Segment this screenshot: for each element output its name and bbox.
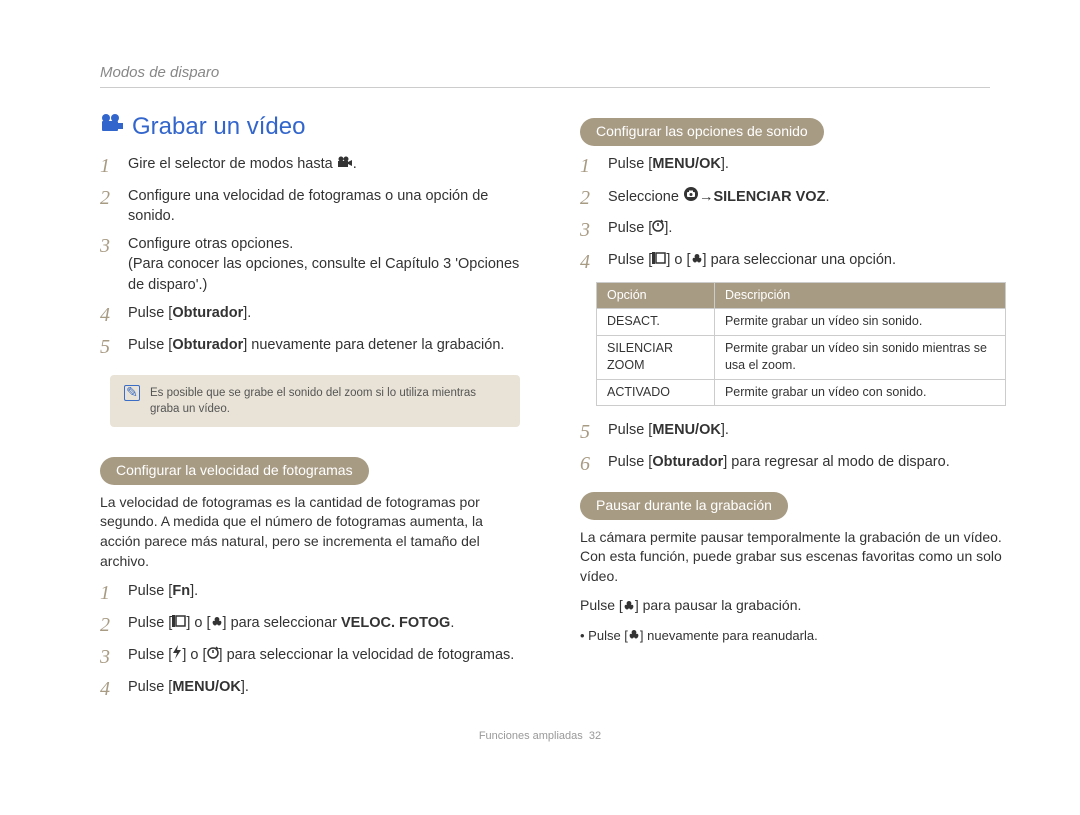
- timer-icon: [207, 645, 219, 665]
- table-head-option: Opción: [597, 282, 715, 309]
- resume-bullet: • Pulse [] nuevamente para reanudarla.: [580, 627, 1020, 646]
- title-row: Grabar un vídeo: [100, 110, 520, 144]
- step-text: Pulse [] o [] para seleccionar una opció…: [608, 250, 1020, 270]
- timer-icon: [652, 218, 664, 238]
- step-text: Pulse [MENU/OK].: [128, 677, 520, 697]
- flash-icon: [172, 645, 182, 665]
- step-text: Configure otras opciones. (Para conocer …: [128, 234, 520, 295]
- section-header: Modos de disparo: [100, 62, 1020, 83]
- macro-icon: [211, 613, 223, 633]
- footer: Funciones ampliadas 32: [60, 729, 1020, 744]
- video-camera-icon: [100, 111, 124, 142]
- info-icon: ✎: [124, 385, 140, 401]
- step-number: 5: [580, 420, 596, 444]
- step-number: 2: [580, 186, 596, 210]
- pause-description: La cámara permite pausar temporalmente l…: [580, 528, 1020, 587]
- table-head-desc: Descripción: [714, 282, 1005, 309]
- table-row: SILENCIAR ZOOM Permite grabar un vídeo s…: [597, 335, 1006, 379]
- step-number: 3: [580, 218, 596, 242]
- sound-steps-continued: 5 Pulse [MENU/OK]. 6 Pulse [Obturador] p…: [580, 420, 1020, 476]
- subheading-sound: Configurar las opciones de sonido: [580, 118, 824, 146]
- step-text: Pulse [] o [] para seleccionar la veloci…: [128, 645, 520, 665]
- video-mode-icon: [337, 154, 353, 174]
- pause-instruction: Pulse [] para pausar la grabación.: [580, 596, 1020, 616]
- macro-icon: [623, 597, 635, 617]
- step-text: Pulse [MENU/OK].: [608, 154, 1020, 174]
- table-row: ACTIVADO Permite grabar un vídeo con son…: [597, 379, 1006, 406]
- note-text: Es posible que se grabe el sonido del zo…: [150, 385, 506, 417]
- framerate-description: La velocidad de fotogramas es la cantida…: [100, 493, 520, 571]
- step-text: Pulse [] o [] para seleccionar VELOC. FO…: [128, 613, 520, 633]
- step-text: Gire el selector de modos hasta .: [128, 154, 520, 174]
- macro-icon: [628, 627, 640, 645]
- step-number: 4: [100, 677, 116, 701]
- step-text: Pulse [Obturador] nuevamente para detene…: [128, 335, 520, 355]
- step-text: Pulse [Fn].: [128, 581, 520, 601]
- macro-icon: [691, 250, 703, 270]
- display-icon: [652, 250, 666, 270]
- step-number: 1: [580, 154, 596, 178]
- step-number: 1: [100, 581, 116, 605]
- step-text: Pulse [].: [608, 218, 1020, 238]
- step-number: 2: [100, 186, 116, 210]
- fn-steps: 1 Pulse [Fn]. 2 Pulse [] o [] para selec…: [100, 581, 520, 701]
- step-number: 4: [100, 303, 116, 327]
- sound-steps: 1 Pulse [MENU/OK]. 2 Seleccione → SILENC…: [580, 154, 1020, 274]
- subheading-framerate: Configurar la velocidad de fotogramas: [100, 457, 369, 485]
- step-text: Pulse [MENU/OK].: [608, 420, 1020, 440]
- step-number: 3: [100, 234, 116, 258]
- step-number: 2: [100, 613, 116, 637]
- display-icon: [172, 613, 186, 633]
- step-number: 3: [100, 645, 116, 669]
- step-number: 1: [100, 154, 116, 178]
- step-text: Seleccione → SILENCIAR VOZ.: [608, 186, 1020, 208]
- step-number: 4: [580, 250, 596, 274]
- step-text: Pulse [Obturador] para regresar al modo …: [608, 452, 1020, 472]
- camera-circle-icon: [683, 186, 699, 208]
- subheading-pause: Pausar durante la grabación: [580, 492, 788, 520]
- step-number: 5: [100, 335, 116, 359]
- page-title: Grabar un vídeo: [132, 110, 305, 144]
- table-row: DESACT. Permite grabar un vídeo sin soni…: [597, 309, 1006, 336]
- step-number: 6: [580, 452, 596, 476]
- step-text: Pulse [Obturador].: [128, 303, 520, 323]
- main-steps: 1 Gire el selector de modos hasta . 2 Co…: [100, 154, 520, 359]
- options-table: Opción Descripción DESACT. Permite graba…: [596, 282, 1006, 407]
- divider: [100, 87, 990, 88]
- step-text: Configure una velocidad de fotogramas o …: [128, 186, 520, 227]
- note-box: ✎ Es posible que se grabe el sonido del …: [110, 375, 520, 427]
